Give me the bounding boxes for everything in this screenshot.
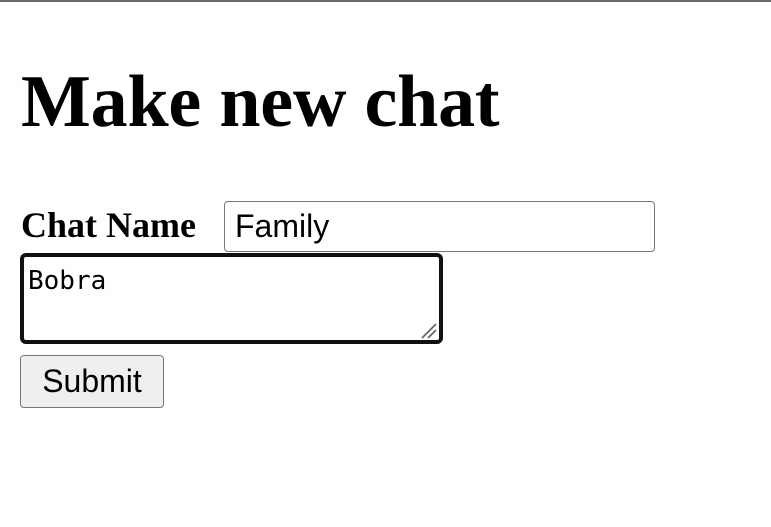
- message-textarea[interactable]: Bobra: [20, 253, 443, 344]
- chat-name-input[interactable]: [224, 201, 655, 252]
- chat-name-label: Chat Name: [21, 205, 196, 245]
- submit-button[interactable]: Submit: [20, 355, 164, 408]
- page-title: Make new chat: [21, 61, 500, 143]
- top-divider: [0, 0, 771, 2]
